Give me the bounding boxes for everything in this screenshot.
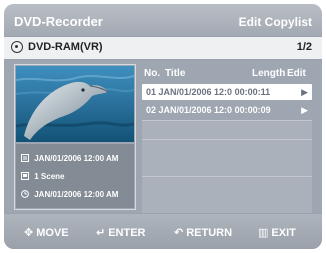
enter-icon: ↵ (96, 227, 106, 239)
mode-title: Edit Copylist (238, 15, 312, 29)
thumbnail-image (16, 66, 134, 142)
col-no: No. (144, 68, 161, 79)
exit-button[interactable]: ▥ EXIT (258, 226, 296, 239)
app-title: DVD-Recorder (14, 14, 103, 29)
return-label: RETURN (186, 227, 233, 239)
list-header: No. Title Length Edit (142, 66, 312, 82)
return-icon: ↶ (174, 227, 184, 239)
scene-icon (21, 172, 29, 180)
col-edit: Edit (287, 68, 306, 79)
exit-icon: ▥ (258, 227, 269, 239)
list-item-text: 02 JAN/01/2006 12:0 00:00:09 (146, 105, 271, 115)
play-icon[interactable]: ▶ (301, 105, 308, 116)
disc-icon (11, 41, 23, 53)
list-item-text: 01 JAN/01/2006 12:0 00:00:11 (146, 87, 271, 97)
play-icon[interactable]: ▶ (301, 87, 308, 98)
record-date-icon (21, 154, 29, 162)
list-item[interactable]: 01 JAN/01/2006 12:0 00:00:11 ▶ (142, 84, 312, 100)
page-indicator: 1/2 (296, 41, 312, 53)
return-button[interactable]: ↶ RETURN (174, 226, 232, 239)
button-bar: ✥ MOVE ↵ ENTER ↶ RETURN ▥ EXIT (4, 214, 322, 249)
move-label: MOVE (36, 227, 69, 239)
info-scene-text: 1 Scene (34, 172, 65, 181)
col-title: Title (165, 68, 186, 79)
dolphin-image (16, 66, 134, 142)
empty-row (142, 139, 312, 176)
info-row-time: JAN/01/2006 12:00 AM (21, 190, 118, 204)
info-row-date: JAN/01/2006 12:00 AM (21, 154, 118, 168)
disc-type-label: DVD-RAM(VR) (28, 41, 103, 53)
list-item[interactable]: 02 JAN/01/2006 12:0 00:00:09 ▶ (142, 102, 312, 118)
enter-button[interactable]: ↵ ENTER (96, 226, 146, 239)
col-length: Length (252, 68, 286, 79)
move-button[interactable]: ✥ MOVE (24, 226, 69, 239)
enter-label: ENTER (108, 227, 146, 239)
info-date-text: JAN/01/2006 12:00 AM (34, 154, 119, 163)
title-list: No. Title Length Edit 01 JAN/01/2006 12:… (142, 66, 312, 213)
info-row-scene: 1 Scene (21, 172, 64, 186)
dvd-recorder-screen: DVD-Recorder Edit Copylist DVD-RAM(VR) 1… (4, 4, 322, 249)
content-area: JAN/01/2006 12:00 AM 1 Scene JAN/01/2006… (4, 60, 322, 213)
clock-icon (21, 190, 29, 198)
title-info-panel: JAN/01/2006 12:00 AM 1 Scene JAN/01/2006… (16, 144, 134, 208)
exit-label: EXIT (271, 227, 296, 239)
title-bar: DVD-Recorder Edit Copylist (4, 4, 322, 36)
move-arrows-icon: ✥ (24, 227, 34, 239)
disc-bar: DVD-RAM(VR) 1/2 (4, 37, 322, 59)
info-time-text: JAN/01/2006 12:00 AM (34, 190, 119, 199)
empty-row (142, 176, 312, 213)
empty-row (142, 120, 312, 139)
